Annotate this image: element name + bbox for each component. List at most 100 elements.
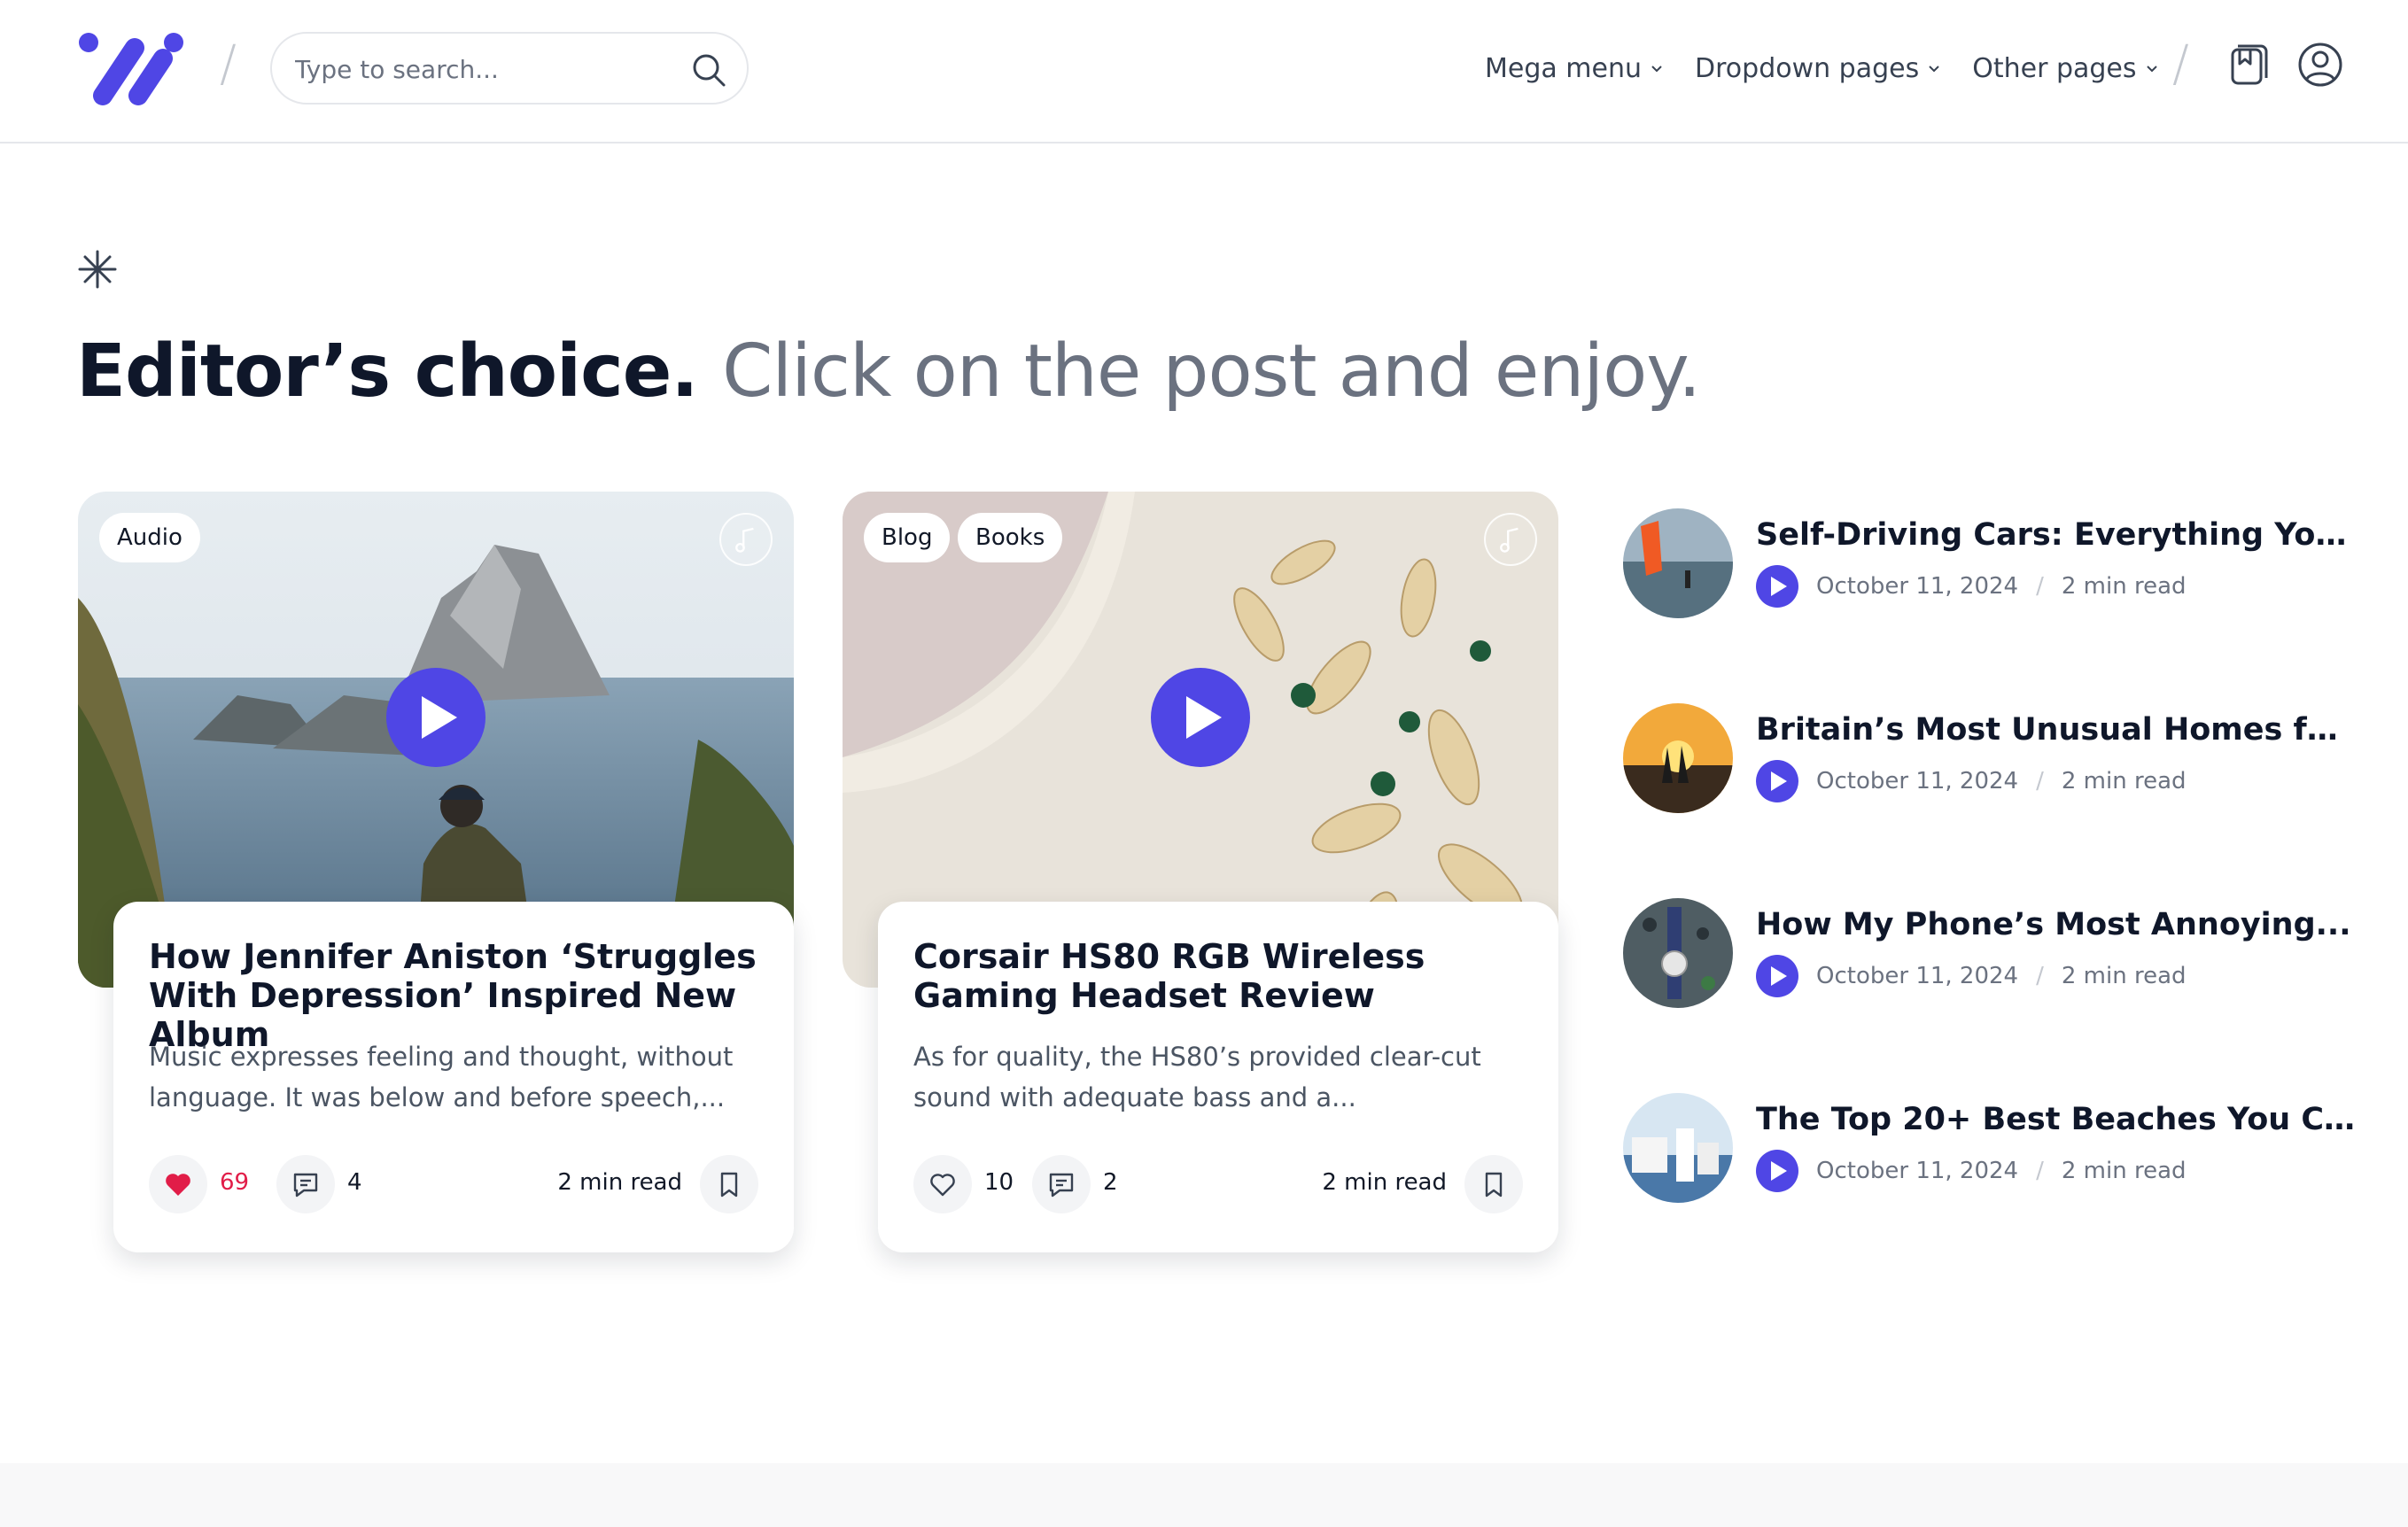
nav-label: Dropdown pages bbox=[1695, 52, 1920, 84]
read-time: 2 min read bbox=[2061, 1158, 2187, 1184]
nav-other-pages[interactable]: Other pages bbox=[1972, 53, 2159, 84]
comments-button[interactable] bbox=[276, 1155, 335, 1213]
side-post-meta: October 11, 2024 / 2 min read bbox=[1756, 565, 2187, 608]
section-title: Editor’s choice. bbox=[76, 329, 699, 414]
chevron-down-icon bbox=[2146, 66, 2157, 73]
side-post-title[interactable]: How My Phone’s Most Annoying... bbox=[1756, 907, 2358, 942]
post-excerpt: Music expresses feeling and thought, wit… bbox=[149, 1042, 734, 1112]
nav-mega-menu[interactable]: Mega menu bbox=[1485, 53, 1665, 84]
play-button[interactable] bbox=[1756, 955, 1798, 997]
play-button[interactable] bbox=[1151, 668, 1250, 767]
tag-label: Audio bbox=[117, 524, 183, 551]
post-footer: 10 2 2 min read bbox=[913, 1155, 1523, 1213]
side-post-thumbnail[interactable] bbox=[1623, 1093, 1733, 1203]
comment-count: 2 bbox=[1103, 1169, 1118, 1196]
side-post-meta: October 11, 2024 / 2 min read bbox=[1756, 955, 2187, 997]
kite-surfing-thumbnail bbox=[1623, 508, 1733, 618]
nav-dropdown-pages[interactable]: Dropdown pages bbox=[1695, 53, 1942, 84]
heart-filled-icon bbox=[166, 1174, 190, 1196]
heart-outline-icon bbox=[930, 1174, 955, 1197]
meta-divider: / bbox=[2036, 963, 2044, 989]
bookmark-button[interactable] bbox=[1464, 1155, 1523, 1213]
tag-label: Books bbox=[975, 524, 1045, 551]
audio-format-button[interactable] bbox=[1484, 513, 1537, 566]
side-post-title[interactable]: Self-Driving Cars: Everything You... bbox=[1756, 517, 2358, 553]
search-box[interactable] bbox=[270, 32, 749, 105]
play-icon bbox=[1771, 577, 1787, 596]
play-icon bbox=[1771, 1161, 1787, 1181]
header-divider: / bbox=[2172, 35, 2189, 93]
like-button[interactable] bbox=[149, 1155, 207, 1213]
chevron-down-icon bbox=[1929, 66, 1939, 73]
comment-count: 4 bbox=[347, 1169, 362, 1196]
meta-divider: / bbox=[2036, 1158, 2044, 1184]
main-nav: Mega menu Dropdown pages Other pages bbox=[1485, 46, 2160, 90]
side-post-title[interactable]: Britain’s Most Unusual Homes for Sal... bbox=[1756, 712, 2358, 748]
bookmark-icon bbox=[720, 1172, 738, 1198]
play-icon bbox=[1771, 966, 1787, 986]
play-button[interactable] bbox=[386, 668, 485, 767]
search-icon[interactable] bbox=[690, 51, 727, 89]
read-time: 2 min read bbox=[557, 1169, 682, 1196]
play-icon bbox=[1771, 771, 1787, 791]
bookmark-button[interactable] bbox=[700, 1155, 758, 1213]
play-button[interactable] bbox=[1756, 760, 1798, 802]
read-time: 2 min read bbox=[2061, 963, 2187, 989]
header-divider: / bbox=[220, 35, 237, 93]
bookmark-icon bbox=[1485, 1172, 1503, 1198]
category-tag[interactable]: Audio bbox=[99, 513, 200, 562]
play-button[interactable] bbox=[1756, 565, 1798, 608]
user-account-icon[interactable] bbox=[2296, 41, 2344, 89]
side-post-meta: October 11, 2024 / 2 min read bbox=[1756, 1150, 2187, 1192]
nav-label: Other pages bbox=[1972, 52, 2137, 84]
category-tag[interactable]: Books bbox=[958, 513, 1063, 562]
side-post: Britain’s Most Unusual Homes for Sal... … bbox=[1623, 703, 2358, 815]
side-post-meta: October 11, 2024 / 2 min read bbox=[1756, 760, 2187, 802]
meta-divider: / bbox=[2036, 768, 2044, 795]
post-card: Corsair HS80 RGB Wireless Gaming Headset… bbox=[878, 902, 1558, 1252]
comment-icon bbox=[1049, 1173, 1074, 1198]
tag-label: Blog bbox=[882, 524, 933, 551]
side-post-thumbnail[interactable] bbox=[1623, 898, 1733, 1008]
nav-label: Mega menu bbox=[1485, 52, 1643, 84]
logo-icon[interactable] bbox=[76, 30, 186, 108]
comments-button[interactable] bbox=[1032, 1155, 1091, 1213]
post-date: October 11, 2024 bbox=[1816, 573, 2019, 600]
like-count: 69 bbox=[220, 1169, 250, 1196]
search-input[interactable] bbox=[295, 48, 667, 90]
site-header: / Mega menu Dropdown pages Other pages / bbox=[0, 0, 2408, 143]
side-post-thumbnail[interactable] bbox=[1623, 703, 1733, 813]
category-tag[interactable]: Blog bbox=[864, 513, 951, 562]
side-post: How My Phone’s Most Annoying... October … bbox=[1623, 898, 2351, 1010]
like-button[interactable] bbox=[913, 1155, 972, 1213]
play-button[interactable] bbox=[1756, 1150, 1798, 1192]
section-heading: Editor’s choice. Click on the post and e… bbox=[76, 329, 1701, 414]
next-section-band bbox=[0, 1463, 2408, 1527]
sunset-couple-thumbnail bbox=[1623, 703, 1733, 813]
comment-icon bbox=[293, 1173, 318, 1198]
post-date: October 11, 2024 bbox=[1816, 768, 2019, 795]
read-time: 2 min read bbox=[2061, 768, 2187, 795]
side-post-thumbnail[interactable] bbox=[1623, 508, 1733, 618]
play-icon bbox=[422, 696, 457, 739]
post-footer: 69 4 2 min read bbox=[149, 1155, 758, 1213]
music-note-icon bbox=[1500, 527, 1519, 553]
play-icon bbox=[1186, 696, 1222, 739]
chevron-down-icon bbox=[1651, 66, 1662, 73]
post-excerpt: As for quality, the HS80’s provided clea… bbox=[913, 1042, 1481, 1112]
like-count: 10 bbox=[984, 1169, 1014, 1196]
side-post-title[interactable]: The Top 20+ Best Beaches You Can’t... bbox=[1756, 1102, 2358, 1137]
section-subtitle: Click on the post and enjoy. bbox=[722, 329, 1701, 414]
music-note-icon bbox=[735, 527, 754, 553]
post-date: October 11, 2024 bbox=[1816, 1158, 2019, 1184]
bookmarks-icon[interactable] bbox=[2224, 41, 2272, 89]
post-card: How Jennifer Aniston ‘Struggles With Dep… bbox=[113, 902, 794, 1252]
beach-town-thumbnail bbox=[1623, 1093, 1733, 1203]
wristwatch-thumbnail bbox=[1623, 898, 1733, 1008]
read-time: 2 min read bbox=[1322, 1169, 1447, 1196]
meta-divider: / bbox=[2036, 573, 2044, 600]
audio-format-button[interactable] bbox=[719, 513, 773, 566]
side-post: The Top 20+ Best Beaches You Can’t... Oc… bbox=[1623, 1093, 2358, 1205]
post-title[interactable]: Corsair HS80 RGB Wireless Gaming Headset… bbox=[913, 937, 1525, 1015]
side-post: Self-Driving Cars: Everything You... Oct… bbox=[1623, 508, 2358, 620]
